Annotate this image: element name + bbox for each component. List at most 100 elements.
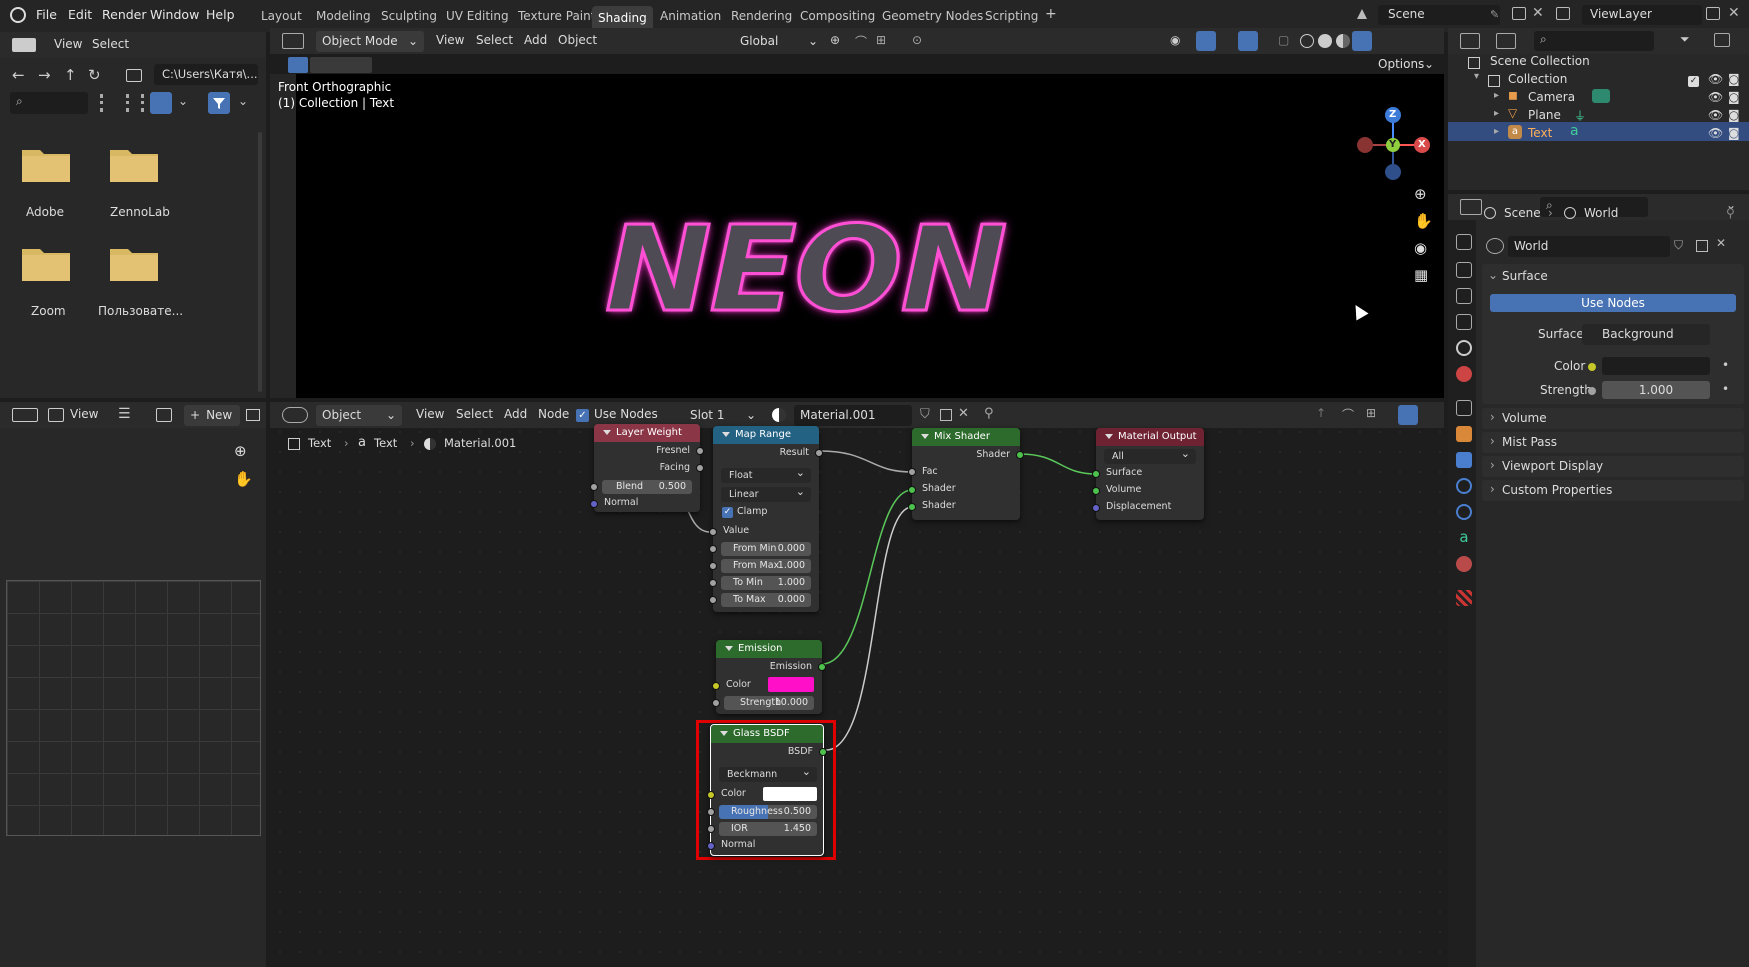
data-tab-icon[interactable]: a	[1456, 530, 1472, 546]
new-scene-icon[interactable]	[1512, 7, 1526, 20]
viewport-select-menu[interactable]: Select	[476, 33, 513, 47]
list-horizontal-icon[interactable]	[126, 94, 144, 112]
tab-sculpting[interactable]: Sculpting	[381, 9, 437, 23]
mist-pass-panel[interactable]: › Mist Pass	[1482, 432, 1744, 453]
select-mode-icons[interactable]	[310, 57, 372, 73]
new-image-button[interactable]: + New	[184, 405, 240, 426]
filter-chevron-icon[interactable]: ⌄	[238, 94, 248, 108]
normal-socket[interactable]	[590, 500, 598, 508]
folder-adobe[interactable]	[20, 144, 72, 184]
surface-shader-dropdown[interactable]: Background	[1582, 324, 1710, 345]
scene-icon[interactable]	[1354, 5, 1374, 23]
camera-view-icon[interactable]: ◉	[1414, 239, 1427, 257]
roughness-slider[interactable]: Roughness 0.500	[719, 805, 817, 819]
output-tab-icon[interactable]	[1456, 288, 1472, 304]
expand-arrow-icon[interactable]: ▸	[1494, 108, 1499, 119]
eye-icon[interactable]: 👁	[1708, 108, 1723, 122]
output-target-dropdown[interactable]: All	[1104, 446, 1196, 464]
new-folder-icon[interactable]	[126, 69, 142, 82]
options-dropdown[interactable]: Options ⌄	[1372, 54, 1436, 75]
map-range-node[interactable]: Map Range Result Float Linear ✓ Clamp Va…	[709, 426, 823, 612]
visibility-icon[interactable]: ◉	[1170, 33, 1180, 47]
world-browse-icon[interactable]	[1486, 238, 1504, 254]
pin-icon[interactable]: ⚲	[1726, 206, 1735, 220]
blend-socket[interactable]	[590, 483, 598, 491]
eye-icon[interactable]: 👁	[1708, 126, 1723, 140]
to-min-socket[interactable]	[709, 579, 717, 587]
tab-layout[interactable]: Layout	[261, 9, 302, 23]
world-tab-icon[interactable]	[1456, 366, 1472, 382]
navigation-gizmo[interactable]	[1348, 78, 1438, 198]
outliner-item-text[interactable]: Text	[1528, 126, 1552, 140]
overlay-toggle-icon[interactable]	[1238, 31, 1258, 51]
toolbar-strip[interactable]	[270, 74, 296, 398]
world-strength-field[interactable]: 1.000	[1602, 381, 1710, 399]
render-camera-icon[interactable]: ◙	[1728, 126, 1740, 140]
tab-geometry-nodes[interactable]: Geometry Nodes	[882, 9, 983, 23]
keyframe-dot-icon[interactable]: •	[1722, 382, 1729, 396]
menu-edit[interactable]: Edit	[68, 7, 92, 22]
breadcrumb-world[interactable]: World	[1584, 206, 1618, 220]
material-tab-icon[interactable]	[1456, 556, 1472, 572]
open-image-icon[interactable]	[246, 409, 260, 421]
distribution-dropdown[interactable]: Beckmann	[719, 764, 817, 782]
folder-polzovatel[interactable]	[108, 243, 160, 283]
zoom-icon[interactable]: ⊕	[234, 442, 247, 460]
glass-color-swatch[interactable]	[763, 787, 817, 801]
view-layer-selector[interactable]: ViewLayer	[1582, 5, 1702, 25]
forward-arrow-icon[interactable]: →	[38, 66, 51, 84]
delete-view-layer-icon[interactable]: ✕	[1728, 5, 1740, 21]
displacement-socket[interactable]	[1092, 504, 1100, 512]
from-min-socket[interactable]	[709, 545, 717, 553]
fac-socket[interactable]	[908, 468, 916, 476]
eye-icon[interactable]: 👁	[1708, 90, 1723, 104]
viewport-view-menu[interactable]: View	[436, 33, 464, 47]
world-name-field[interactable]: World	[1508, 236, 1670, 257]
to-min-field[interactable]: To Min 1.000	[721, 576, 811, 590]
render-camera-icon[interactable]: ◙	[1728, 72, 1740, 86]
file-view-menu[interactable]: View	[54, 37, 82, 51]
viewport-display-panel[interactable]: › Viewport Display	[1482, 456, 1744, 477]
tab-rendering[interactable]: Rendering	[731, 9, 792, 23]
xray-icon[interactable]: ▢	[1278, 33, 1289, 47]
emission-output-socket[interactable]	[818, 663, 826, 671]
new-collection-icon[interactable]	[1714, 33, 1730, 47]
tab-compositing[interactable]: Compositing	[800, 9, 875, 23]
editor-type-icon[interactable]	[282, 33, 304, 49]
pivot-icon[interactable]: ⊕	[830, 33, 840, 47]
zoom-icon[interactable]: ⊕	[1414, 185, 1427, 203]
scene-tab-icon[interactable]	[1456, 340, 1472, 356]
volume-socket[interactable]	[1092, 487, 1100, 495]
material-shading-icon[interactable]	[1336, 34, 1350, 48]
tab-texture-paint[interactable]: Texture Paint	[518, 9, 595, 23]
roughness-socket[interactable]	[707, 808, 715, 816]
transform-orientation-dropdown[interactable]: Global ⌄	[734, 31, 822, 52]
strength-field[interactable]: Strength 10.000	[724, 696, 814, 710]
ior-socket[interactable]	[707, 825, 715, 833]
strength-socket[interactable]	[712, 699, 720, 707]
shader-input-socket-2[interactable]	[908, 503, 916, 511]
render-tab-icon[interactable]	[1456, 262, 1472, 278]
facing-socket[interactable]	[696, 464, 704, 472]
fake-user-shield-icon[interactable]: ⛉	[1674, 238, 1683, 253]
fresnel-socket[interactable]	[696, 447, 704, 455]
view-layer-icon[interactable]	[1556, 7, 1570, 20]
file-search-input[interactable]: ⌕	[10, 92, 88, 114]
parent-directory-icon[interactable]: ↑	[64, 66, 77, 84]
solid-shading-icon[interactable]	[1318, 34, 1332, 48]
tab-animation[interactable]: Animation	[660, 9, 721, 23]
surface-socket[interactable]	[1092, 470, 1100, 478]
folder-zennolab[interactable]	[108, 144, 160, 184]
add-workspace-button[interactable]: +	[1045, 6, 1057, 22]
uv-grid[interactable]	[6, 580, 261, 836]
menu-help[interactable]: Help	[206, 7, 235, 22]
emission-node[interactable]: Emission Emission Color Strength 10.000	[712, 640, 826, 714]
volume-panel[interactable]: › Volume	[1482, 408, 1744, 429]
display-mode-icon[interactable]	[1496, 33, 1516, 49]
scene-collection-label[interactable]: Scene Collection	[1490, 54, 1590, 68]
interpolation-dropdown[interactable]: Linear	[721, 484, 811, 502]
editor-type-icon[interactable]	[12, 408, 38, 422]
new-view-layer-icon[interactable]	[1706, 7, 1720, 20]
editor-type-icon[interactable]	[1460, 199, 1482, 215]
menu-file[interactable]: File	[36, 7, 57, 22]
